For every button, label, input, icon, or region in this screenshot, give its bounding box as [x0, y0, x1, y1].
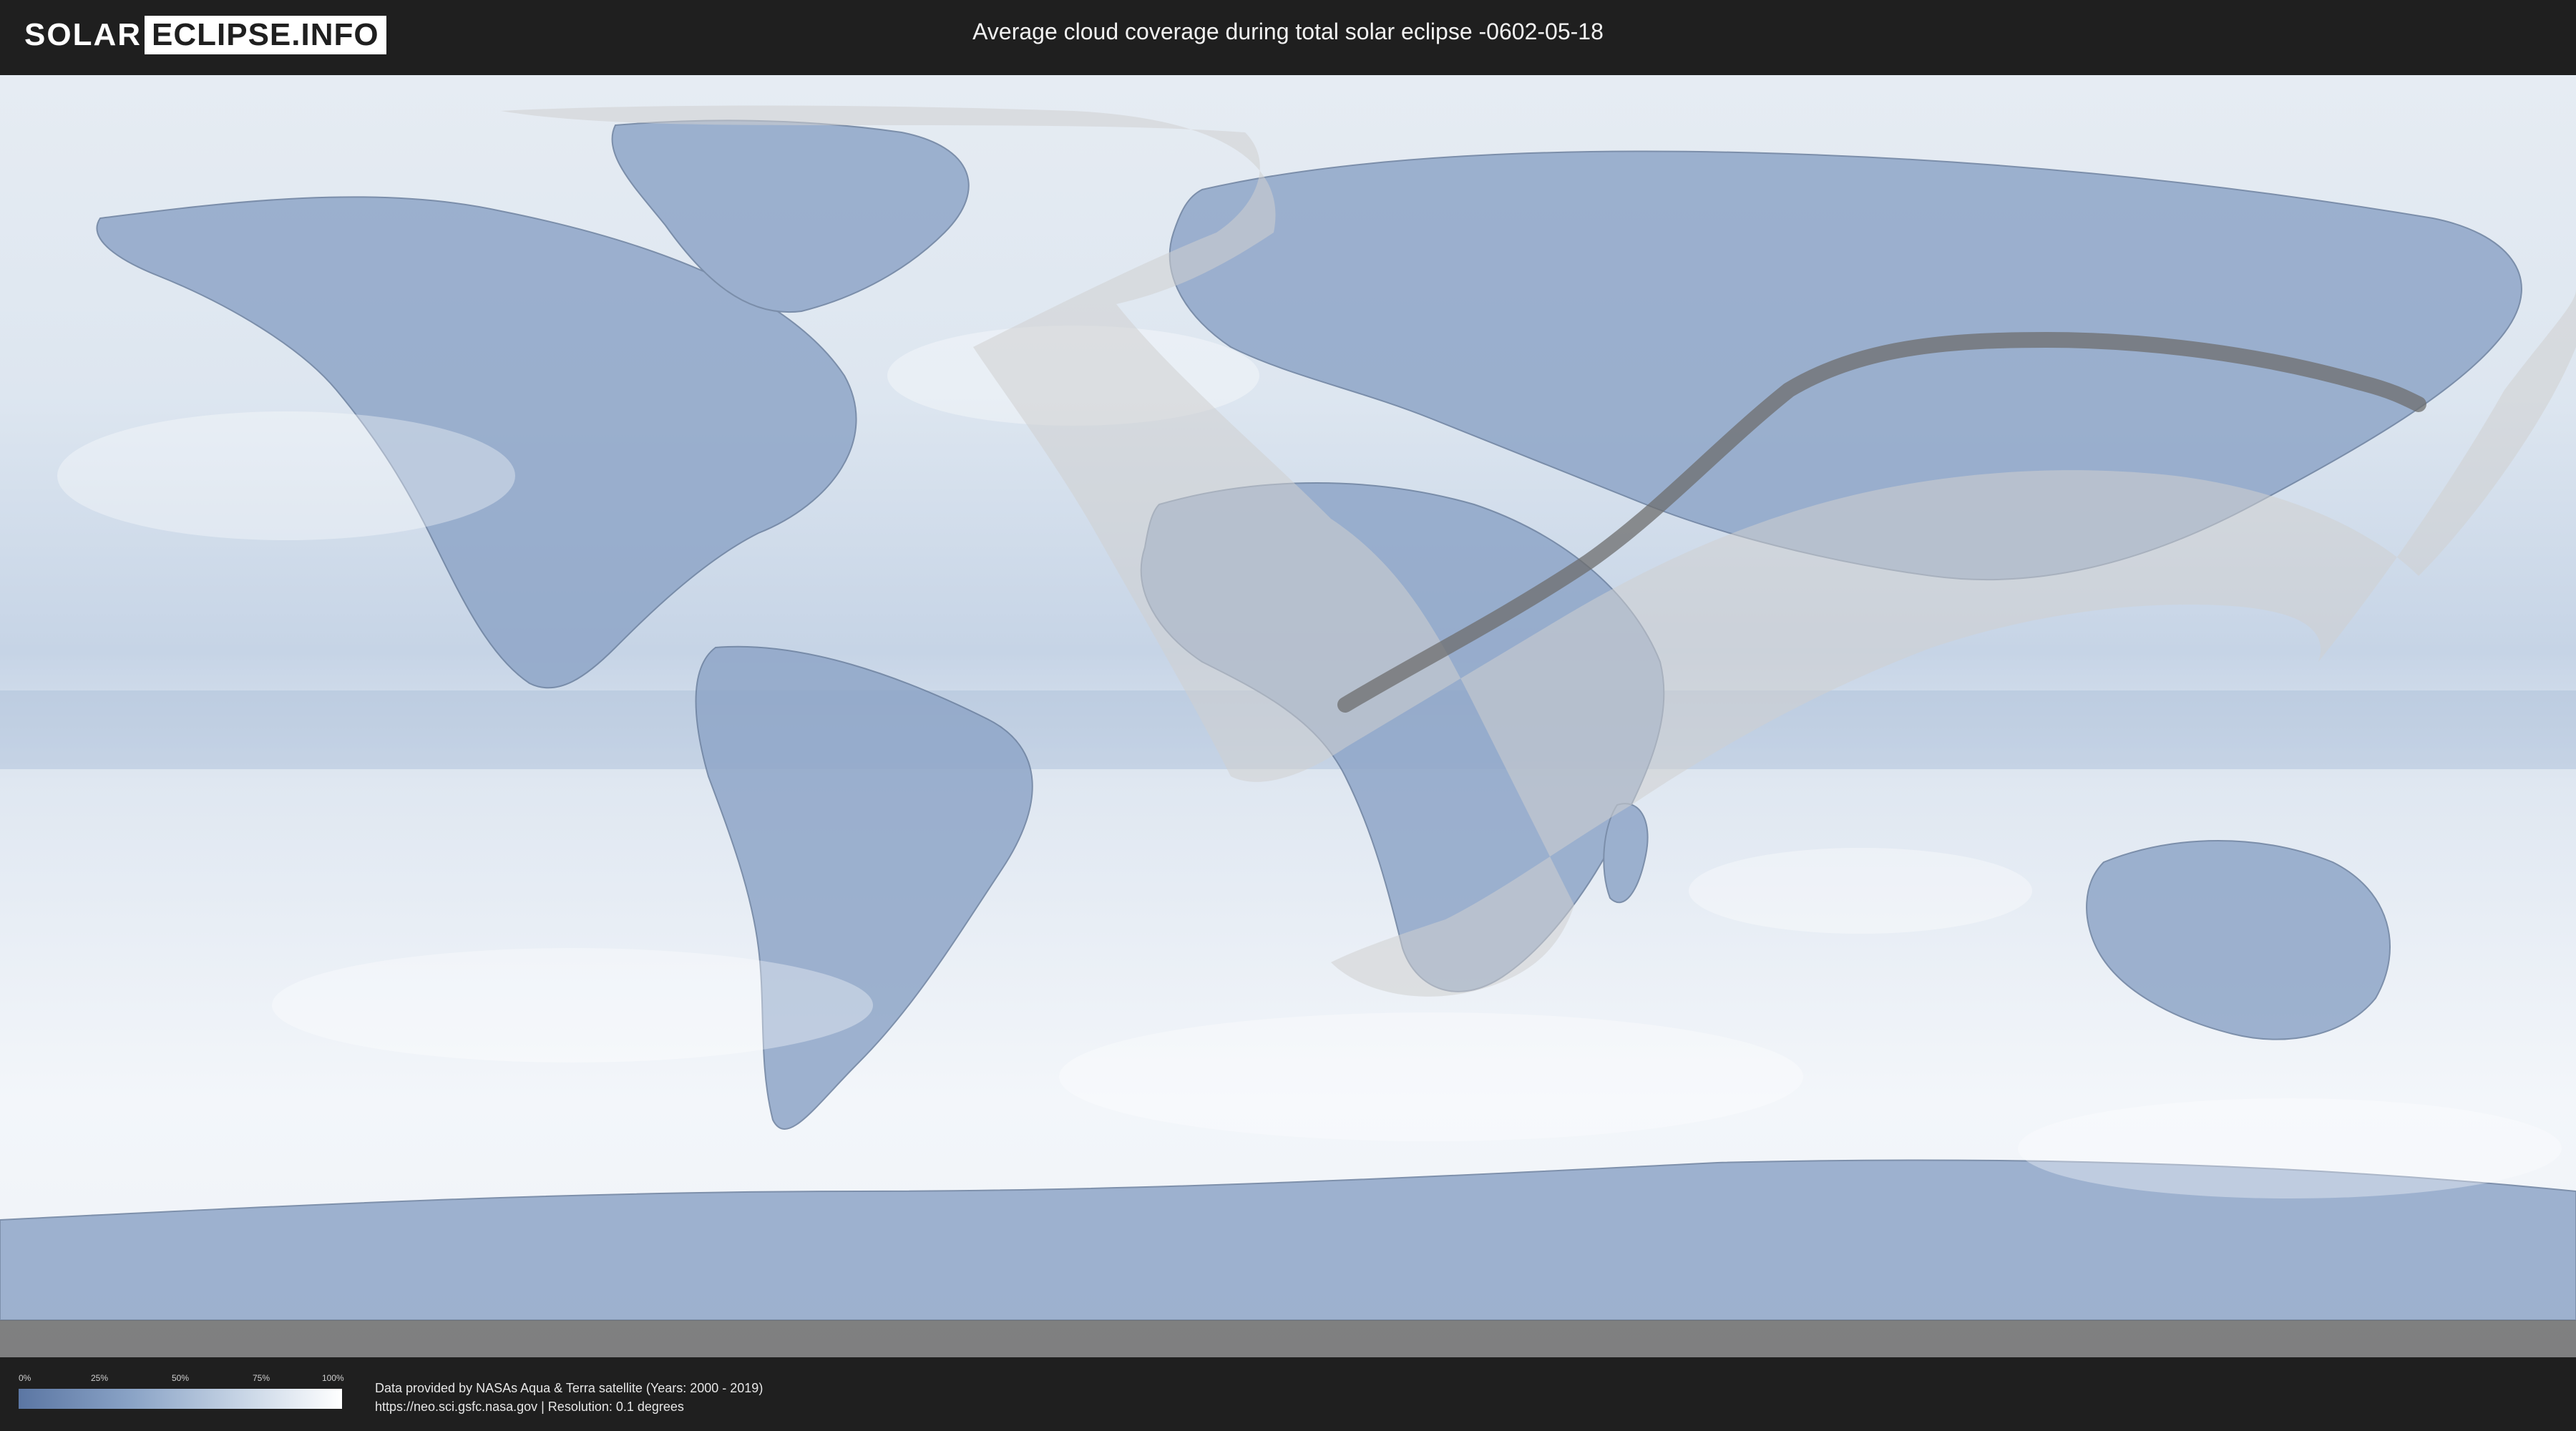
- legend-gradient-bar: [19, 1389, 342, 1409]
- data-credit-line-1: Data provided by NASAs Aqua & Terra sate…: [375, 1381, 763, 1395]
- legend-tick-25: 25%: [91, 1373, 109, 1383]
- footer: 0% 25% 50% 75% 100% Data provided by NAS…: [0, 1357, 2576, 1431]
- page: SOLAR ECLIPSE.INFO Average cloud coverag…: [0, 0, 2576, 1431]
- cloud-coverage-legend: 0% 25% 50% 75% 100%: [19, 1373, 344, 1409]
- cloud-patch: [57, 411, 515, 540]
- page-title: Average cloud coverage during total sola…: [972, 19, 1604, 44]
- legend-tick-100: 100%: [322, 1373, 344, 1383]
- legend-ticks: 0% 25% 50% 75% 100%: [19, 1373, 344, 1384]
- cloud-patch: [2018, 1098, 2562, 1198]
- legend-tick-50: 50%: [172, 1373, 190, 1383]
- legend-tick-75: 75%: [253, 1373, 270, 1383]
- cloud-coverage-map[interactable]: [0, 75, 2576, 1357]
- legend-tick-0: 0%: [19, 1373, 31, 1383]
- data-credit: Data provided by NASAs Aqua & Terra sate…: [375, 1379, 763, 1416]
- cloud-patch: [1689, 848, 2032, 934]
- map-bottom-shadow: [0, 1320, 2576, 1357]
- cloud-patch: [272, 948, 873, 1063]
- header: SOLAR ECLIPSE.INFO Average cloud coverag…: [0, 0, 2576, 72]
- cloud-patch: [1059, 1012, 1803, 1141]
- data-credit-line-2: https://neo.sci.gsfc.nasa.gov | Resoluti…: [375, 1400, 684, 1414]
